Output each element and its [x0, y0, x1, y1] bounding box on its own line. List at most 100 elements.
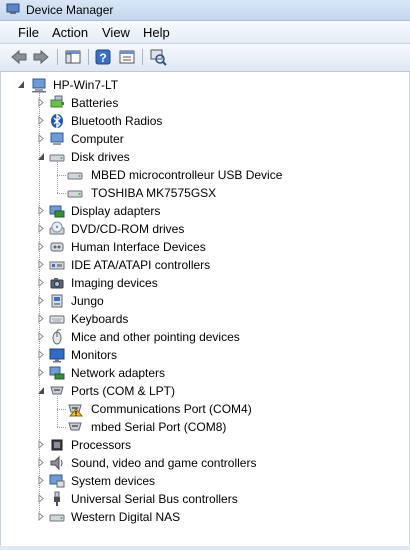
tree-connector — [57, 409, 66, 410]
expand-arrow-icon[interactable] — [37, 116, 45, 125]
expand-arrow-icon[interactable] — [37, 296, 45, 305]
tree-category-item[interactable]: Western Digital NAS — [1, 508, 407, 526]
category-label: Universal Serial Bus controllers — [71, 492, 238, 506]
bluetooth-icon — [51, 113, 63, 129]
dvd-drive-icon — [49, 221, 65, 235]
tree-category-item[interactable]: Display adapters — [1, 202, 407, 220]
expand-arrow-icon[interactable] — [37, 494, 45, 503]
collapse-arrow-icon[interactable] — [37, 386, 45, 395]
battery-icon — [50, 95, 64, 108]
tree-category-item[interactable]: Sound, video and game controllers — [1, 454, 407, 472]
expand-arrow-icon[interactable] — [37, 350, 45, 359]
usb-plug-icon — [54, 491, 60, 506]
tree-device-item[interactable]: TOSHIBA MK7575GSX — [1, 184, 407, 202]
tree-category-item[interactable]: Network adapters — [1, 364, 407, 382]
expand-arrow-icon[interactable] — [37, 314, 45, 323]
tree-category-item[interactable]: Jungo — [1, 292, 407, 310]
keyboard-icon — [49, 315, 65, 324]
tree-category-item[interactable]: Computer — [1, 130, 407, 148]
tree-category-item[interactable]: Keyboards — [1, 310, 407, 328]
collapse-arrow-icon[interactable] — [37, 152, 45, 161]
category-label: DVD/CD-ROM drives — [71, 222, 185, 236]
tree-category-item[interactable]: IDE ATA/ATAPI controllers — [1, 256, 407, 274]
tree-device-item[interactable]: MBED microcontrolleur USB Device — [1, 166, 407, 184]
tree-category-item[interactable]: Disk drives — [1, 148, 407, 166]
device-tree[interactable]: HP-Win7-LT Batteries Bluetooth Radios Comp… — [0, 72, 410, 546]
nas-drive-icon — [49, 514, 65, 522]
display-adapter-icon — [49, 205, 65, 218]
tree-category-item[interactable]: Mice and other pointing devices — [1, 328, 407, 346]
toolbar: ? — [0, 44, 410, 72]
scan-hardware-icon[interactable] — [149, 48, 167, 66]
network-adapter-icon — [49, 366, 65, 380]
menu-help[interactable]: Help — [143, 25, 170, 40]
back-arrow-icon[interactable] — [10, 48, 28, 66]
window-title: Device Manager — [26, 3, 114, 17]
device-label: MBED microcontrolleur USB Device — [91, 168, 283, 182]
expand-arrow-icon[interactable] — [37, 206, 45, 215]
warning-icon — [68, 408, 83, 417]
camera-icon — [50, 278, 64, 289]
category-label: Bluetooth Radios — [71, 114, 163, 128]
category-label: Western Digital NAS — [71, 510, 181, 524]
tree-connector — [57, 193, 66, 194]
hid-icon — [50, 242, 64, 252]
expand-arrow-icon[interactable] — [37, 134, 45, 143]
toolbar-separator — [142, 49, 143, 65]
category-label: Imaging devices — [71, 276, 158, 290]
svg-text:?: ? — [99, 51, 106, 65]
expand-arrow-icon[interactable] — [37, 224, 45, 233]
category-label: Processors — [71, 438, 132, 452]
expand-arrow-icon[interactable] — [37, 440, 45, 449]
tree-category-item[interactable]: Human Interface Devices — [1, 238, 407, 256]
category-label: Ports (COM & LPT) — [71, 384, 176, 398]
tree-category-item[interactable]: Batteries — [1, 94, 407, 112]
category-label: Monitors — [71, 348, 118, 362]
expand-arrow-icon[interactable] — [37, 458, 45, 467]
device-label: TOSHIBA MK7575GSX — [91, 186, 217, 200]
disk-drive-icon — [67, 190, 83, 198]
forward-arrow-icon[interactable] — [32, 48, 50, 66]
expand-arrow-icon[interactable] — [37, 260, 45, 269]
tree-category-item[interactable]: Monitors — [1, 346, 407, 364]
expand-arrow-icon[interactable] — [37, 476, 45, 485]
device-manager-icon — [6, 3, 20, 14]
menu-action[interactable]: Action — [52, 25, 88, 40]
toolbar-separator — [57, 49, 58, 65]
tree-connector — [57, 175, 66, 176]
tree-category-item[interactable]: Bluetooth Radios — [1, 112, 407, 130]
tree-category-item[interactable]: Ports (COM & LPT) — [1, 382, 407, 400]
processor-icon — [51, 439, 63, 451]
status-bar — [0, 546, 410, 550]
port-icon — [68, 422, 82, 431]
tree-device-item[interactable]: Communications Port (COM4) — [1, 400, 407, 418]
computer-icon — [50, 132, 64, 145]
menu-file[interactable]: File — [18, 25, 39, 40]
tree-category-item[interactable]: System devices — [1, 472, 407, 490]
help-icon[interactable]: ? — [94, 48, 112, 66]
tree-category-item[interactable]: DVD/CD-ROM drives — [1, 220, 407, 238]
expand-arrow-icon[interactable] — [37, 242, 45, 251]
category-label: Mice and other pointing devices — [71, 330, 240, 344]
menu-view[interactable]: View — [102, 25, 130, 40]
tree-category-item[interactable]: Imaging devices — [1, 274, 407, 292]
tree-connector — [57, 394, 58, 427]
computer-icon — [32, 78, 46, 93]
properties-icon[interactable] — [118, 48, 136, 66]
console-tree-icon[interactable] — [64, 48, 82, 66]
category-label: Network adapters — [71, 366, 166, 380]
tree-category-item[interactable]: Universal Serial Bus controllers — [1, 490, 407, 508]
expand-arrow-icon[interactable] — [37, 368, 45, 377]
category-label: Display adapters — [71, 204, 161, 218]
collapse-arrow-icon[interactable] — [17, 80, 25, 89]
expand-arrow-icon[interactable] — [37, 98, 45, 107]
category-label: Keyboards — [71, 312, 129, 326]
tree-root[interactable]: HP-Win7-LT — [1, 76, 407, 94]
tree-connector — [57, 160, 58, 193]
expand-arrow-icon[interactable] — [37, 512, 45, 521]
root-label: HP-Win7-LT — [53, 78, 119, 92]
expand-arrow-icon[interactable] — [37, 278, 45, 287]
expand-arrow-icon[interactable] — [37, 332, 45, 341]
tree-category-item[interactable]: Processors — [1, 436, 407, 454]
tree-device-item[interactable]: mbed Serial Port (COM8) — [1, 418, 407, 436]
